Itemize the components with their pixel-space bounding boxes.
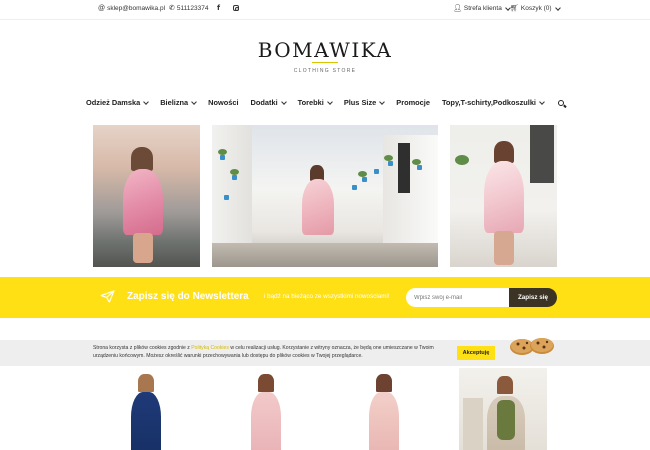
- chevron-down-icon: [379, 98, 386, 105]
- nav-item-label: Odzież Damska: [85, 98, 141, 107]
- flower-pot: [388, 161, 393, 166]
- chevron-down-icon: [280, 98, 287, 105]
- model-dress: [131, 392, 161, 450]
- model-dress: [484, 161, 524, 233]
- cookie-accept-button[interactable]: Akceptuję: [457, 346, 495, 360]
- cart-menu[interactable]: 🛒︎ Koszyk (0): [510, 4, 561, 12]
- nav-item-label: Nowości: [208, 98, 239, 107]
- nav-item-label: Torebki: [297, 98, 324, 107]
- facebook-icon: f: [217, 4, 221, 12]
- flower-pot: [224, 195, 229, 200]
- chevron-down-icon: [539, 98, 545, 105]
- site-logo[interactable]: BOMAWIKA: [0, 38, 650, 62]
- product-card-pink-dress[interactable]: [222, 368, 310, 450]
- plant: [358, 171, 367, 177]
- search-icon: [558, 99, 564, 106]
- newsletter-subscribe-button[interactable]: Zapisz się: [509, 288, 557, 307]
- instagram-link[interactable]: [233, 5, 239, 11]
- main-nav: Odzież Damska Bielizna Nowości Dodatki T…: [0, 98, 650, 107]
- hero-photo-window[interactable]: [450, 125, 557, 267]
- email-contact[interactable]: @ sklep@bomawika.pl: [98, 5, 165, 12]
- cookie-text: Strona korzysta z plików cookies zgodnie…: [93, 345, 453, 360]
- cookie-policy-link[interactable]: Polityką Cookies: [191, 345, 229, 351]
- plant: [455, 155, 469, 165]
- flower-pot: [220, 155, 225, 160]
- plant: [218, 149, 227, 155]
- chevron-down-icon: [143, 98, 150, 105]
- nav-item-plus-size[interactable]: Plus Size: [343, 98, 386, 107]
- chevron-down-icon: [326, 98, 333, 105]
- account-label: Strefa klienta: [463, 5, 502, 12]
- nav-item-label: Promocje: [396, 98, 430, 107]
- model-dress: [369, 392, 399, 450]
- background-wall: [463, 398, 483, 450]
- phone-contact[interactable]: ✆ 511123374: [169, 5, 208, 12]
- flower-pot: [362, 177, 367, 182]
- flower-pot: [417, 165, 422, 170]
- phone-text: 511123374: [176, 5, 209, 12]
- account-menu[interactable]: 👤︎ Strefa klienta: [453, 4, 511, 12]
- model-head: [258, 374, 274, 392]
- cookie-text-before: Strona korzysta z plików cookies zgodnie…: [93, 345, 192, 351]
- logo-divider: [312, 62, 338, 63]
- envelope-icon: @: [98, 5, 106, 12]
- newsletter-title: Zapisz się do Newslettera: [127, 291, 249, 302]
- model-legs: [133, 233, 153, 263]
- nav-item-label: Bielizna: [160, 98, 189, 107]
- logo-subtitle: CLOTHING STORE: [293, 68, 357, 74]
- nav-item-topy[interactable]: Topy,T-schirty,Podkoszulki: [441, 98, 545, 107]
- instagram-icon: [233, 5, 239, 11]
- model-head: [131, 147, 153, 171]
- newsletter-email-input[interactable]: [406, 288, 510, 307]
- nav-item-nowosci[interactable]: Nowości: [208, 98, 238, 107]
- model-dress: [123, 169, 163, 235]
- facebook-link[interactable]: f: [217, 5, 220, 12]
- model-dress: [251, 392, 281, 450]
- chevron-down-icon: [191, 98, 197, 105]
- nav-search-button[interactable]: [556, 98, 564, 107]
- chevron-down-icon: [554, 4, 561, 11]
- flower-pot: [374, 169, 379, 174]
- nav-item-label: Plus Size: [343, 98, 377, 107]
- nav-item-dodatki[interactable]: Dodatki: [250, 98, 287, 107]
- cart-label: Koszyk (0): [520, 5, 552, 12]
- paper-plane-icon: [100, 290, 115, 303]
- nav-item-label: Dodatki: [250, 98, 278, 107]
- hero-photo-street[interactable]: [212, 125, 438, 267]
- model-head: [376, 374, 392, 392]
- nav-item-bielizna[interactable]: Bielizna: [160, 98, 197, 107]
- phone-icon: ✆: [169, 5, 175, 12]
- model-head: [494, 141, 514, 163]
- plant: [230, 169, 239, 175]
- nav-item-torebki[interactable]: Torebki: [297, 98, 333, 107]
- product-card-navy-dress[interactable]: [103, 368, 191, 450]
- street-ground: [212, 243, 438, 267]
- model-legs: [494, 231, 514, 265]
- top-bar: @ sklep@bomawika.pl ✆ 511123374 f 👤︎ Str…: [0, 0, 650, 20]
- plant: [384, 155, 393, 161]
- flower-pot: [232, 175, 237, 180]
- email-text: sklep@bomawika.pl: [107, 5, 166, 12]
- cookies-image: [510, 338, 554, 355]
- nav-item-label: Topy,T-schirty,Podkoszulki: [441, 98, 536, 107]
- product-card-green-top[interactable]: [459, 368, 547, 450]
- model-dress: [302, 179, 334, 235]
- window-grille: [530, 125, 554, 183]
- newsletter-subtitle: i bądź na bieżąco ze wszystkimi nowościa…: [264, 293, 390, 300]
- basket-icon: 🛒︎: [510, 5, 519, 12]
- balcony-railing: [398, 143, 410, 193]
- nav-item-promocje[interactable]: Promocje: [396, 98, 430, 107]
- model-top: [497, 400, 515, 440]
- flower-pot: [352, 185, 357, 190]
- plant: [412, 159, 421, 165]
- product-card-pink-set[interactable]: [340, 368, 428, 450]
- model-head: [497, 376, 513, 394]
- user-icon: 👤︎: [453, 5, 462, 12]
- model-head: [138, 374, 154, 392]
- hero-photo-beach[interactable]: [93, 125, 200, 267]
- nav-item-odziez-damska[interactable]: Odzież Damska: [85, 98, 150, 107]
